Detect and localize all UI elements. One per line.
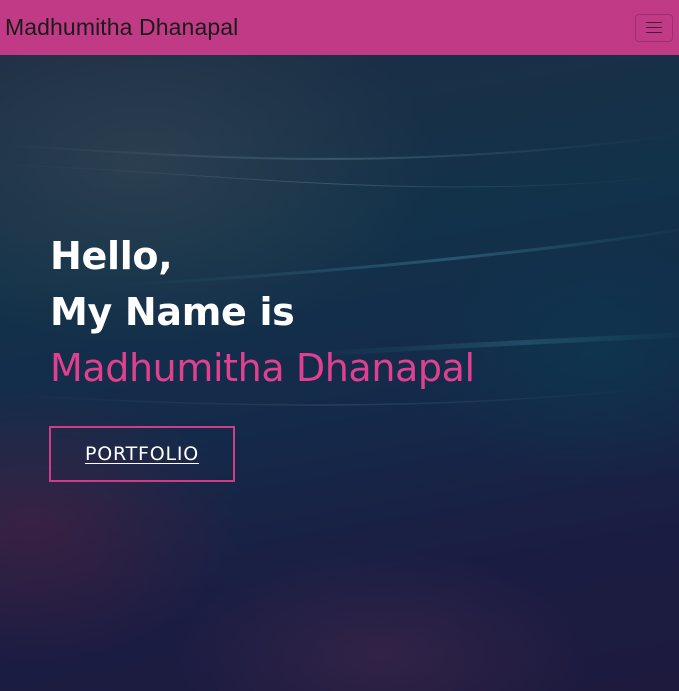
hero-section: Hello, My Name is Madhumitha Dhanapal PO… (0, 55, 679, 691)
hero-name: Madhumitha Dhanapal (50, 346, 475, 390)
page: Madhumitha Dhanapal Hello, My Name is Ma… (0, 0, 679, 691)
navbar-brand[interactable]: Madhumitha Dhanapal (5, 14, 238, 41)
hero-intro: My Name is (50, 290, 295, 334)
hamburger-menu-icon (646, 21, 662, 34)
portfolio-button[interactable]: PORTFOLIO (49, 426, 235, 482)
hero-greeting: Hello, (50, 234, 173, 278)
hero-heading: Hello, My Name is Madhumitha Dhanapal (50, 228, 475, 396)
navbar: Madhumitha Dhanapal (0, 0, 679, 55)
portfolio-button-label: PORTFOLIO (84, 443, 200, 465)
navbar-toggle-button[interactable] (635, 13, 673, 42)
